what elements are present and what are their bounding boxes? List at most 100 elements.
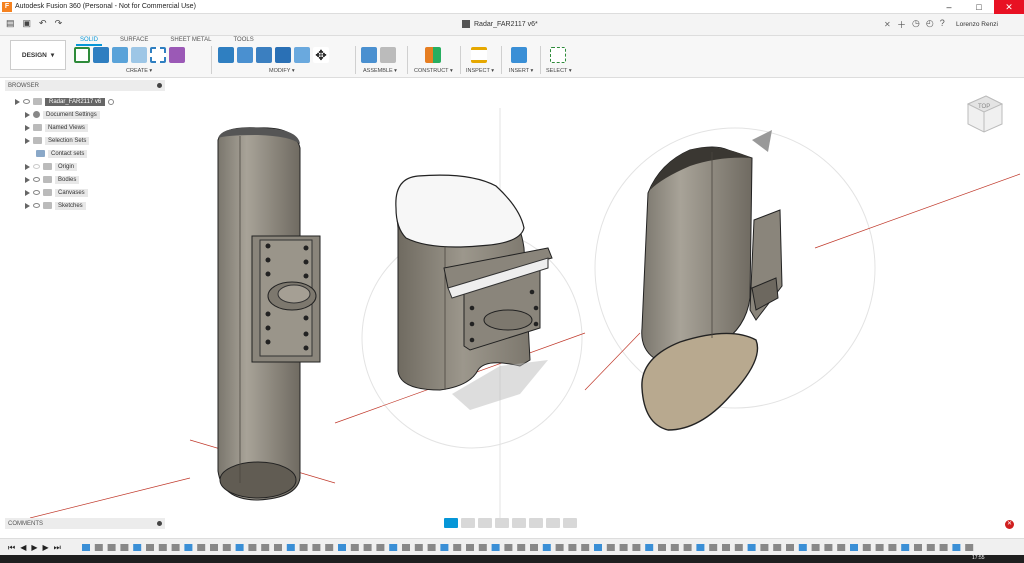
activate-icon[interactable] bbox=[108, 98, 115, 105]
close-tab-button[interactable]: ✕ bbox=[884, 20, 891, 29]
timeline-feature-icon[interactable] bbox=[786, 544, 794, 551]
browser-root[interactable]: Radar_FAR2117 v6 bbox=[15, 96, 115, 107]
timeline-feature-icon[interactable] bbox=[312, 544, 321, 551]
timeline-feature-icon[interactable] bbox=[862, 544, 871, 551]
timeline-feature-icon[interactable] bbox=[658, 544, 666, 551]
timeline-feature-icon[interactable] bbox=[107, 544, 116, 551]
timeline-feature-icon[interactable] bbox=[811, 544, 820, 551]
timeline-feature-icon[interactable] bbox=[709, 544, 718, 551]
combine-icon[interactable] bbox=[294, 47, 310, 63]
timeline-feature-icon[interactable] bbox=[568, 544, 577, 551]
insert-image-icon[interactable] bbox=[511, 47, 527, 63]
browser-item-contact-sets[interactable]: Contact sets bbox=[36, 148, 88, 159]
create-menu[interactable]: CREATE ▾ bbox=[126, 68, 152, 74]
expand-icon[interactable] bbox=[25, 176, 30, 183]
timeline-feature-icon[interactable] bbox=[363, 544, 372, 551]
fillet-icon[interactable] bbox=[237, 47, 253, 63]
timeline-feature-icon[interactable] bbox=[440, 544, 449, 551]
user-name[interactable]: Lorenzo Renzi bbox=[956, 21, 998, 28]
jobs-icon[interactable]: ◴ bbox=[926, 18, 934, 31]
expand-icon[interactable] bbox=[25, 124, 30, 131]
timeline-feature-icon[interactable] bbox=[222, 544, 231, 551]
select-icon[interactable] bbox=[550, 47, 566, 63]
timeline-feature-icon[interactable] bbox=[901, 544, 910, 551]
step-back-icon[interactable]: ◀ bbox=[20, 543, 26, 553]
timeline-feature-icon[interactable] bbox=[338, 544, 346, 551]
step-forward-icon[interactable]: ▶ bbox=[43, 543, 49, 553]
go-to-start-icon[interactable]: ⏮ bbox=[8, 543, 15, 553]
orbit-icon[interactable] bbox=[444, 518, 458, 528]
chamfer-icon[interactable] bbox=[256, 47, 272, 63]
timeline-feature-icon[interactable] bbox=[133, 544, 142, 551]
timeline-feature-icon[interactable] bbox=[696, 544, 705, 551]
timeline-feature-icon[interactable] bbox=[466, 544, 474, 551]
timeline-feature-icon[interactable] bbox=[888, 544, 897, 551]
browser-item-canvases[interactable]: Canvases bbox=[25, 187, 88, 198]
timeline-feature-icon[interactable] bbox=[158, 544, 167, 551]
timeline-feature-icon[interactable] bbox=[350, 544, 359, 551]
timeline-feature-icon[interactable] bbox=[504, 544, 513, 551]
timeline-feature-icon[interactable] bbox=[453, 544, 462, 551]
timeline-feature-icon[interactable] bbox=[491, 544, 500, 551]
panel-pin-icon[interactable] bbox=[157, 83, 162, 88]
timeline-features[interactable] bbox=[82, 542, 982, 553]
timeline-feature-icon[interactable] bbox=[722, 544, 730, 551]
viewcube[interactable]: TOP bbox=[966, 95, 1004, 133]
timeline-feature-icon[interactable] bbox=[581, 544, 590, 551]
timeline-feature-icon[interactable] bbox=[594, 544, 602, 551]
maximize-button[interactable]: □ bbox=[964, 0, 994, 14]
timeline-feature-icon[interactable] bbox=[235, 544, 244, 551]
timeline-feature-icon[interactable] bbox=[798, 544, 807, 551]
assemble-menu[interactable]: ASSEMBLE ▾ bbox=[363, 68, 397, 74]
timeline-feature-icon[interactable] bbox=[402, 544, 410, 551]
timeline-feature-icon[interactable] bbox=[286, 544, 295, 551]
browser-item-document-settings[interactable]: Document Settings bbox=[25, 109, 100, 120]
expand-icon[interactable] bbox=[25, 111, 30, 118]
browser-item-selection-sets[interactable]: Selection Sets bbox=[25, 135, 90, 146]
timeline-feature-icon[interactable] bbox=[376, 544, 385, 551]
select-menu[interactable]: SELECT ▾ bbox=[546, 68, 572, 74]
display-icon[interactable] bbox=[529, 518, 543, 528]
move-icon[interactable]: ✥ bbox=[313, 47, 329, 63]
fit-icon[interactable] bbox=[512, 518, 526, 528]
expand-icon[interactable] bbox=[15, 98, 20, 105]
document-tab[interactable]: Radar_FAR2117 v6* bbox=[462, 20, 538, 28]
expand-icon[interactable] bbox=[25, 189, 30, 196]
timeline-feature-icon[interactable] bbox=[939, 544, 948, 551]
timeline-feature-icon[interactable] bbox=[197, 544, 206, 551]
close-window-button[interactable]: ✕ bbox=[994, 0, 1024, 14]
timeline-feature-icon[interactable] bbox=[427, 544, 436, 551]
construct-menu[interactable]: CONSTRUCT ▾ bbox=[414, 68, 453, 74]
create-form-icon[interactable] bbox=[169, 47, 185, 63]
look-at-icon[interactable] bbox=[461, 518, 475, 528]
save-icon[interactable]: ▣ bbox=[23, 18, 32, 29]
new-component-icon[interactable] bbox=[361, 47, 377, 63]
insert-menu[interactable]: INSERT ▾ bbox=[509, 68, 533, 74]
pan-icon[interactable] bbox=[478, 518, 492, 528]
timeline-feature-icon[interactable] bbox=[760, 544, 769, 551]
pattern-icon[interactable] bbox=[150, 47, 166, 63]
timeline-feature-icon[interactable] bbox=[414, 544, 423, 551]
timeline-feature-icon[interactable] bbox=[875, 544, 884, 551]
modify-menu[interactable]: MODIFY ▾ bbox=[269, 68, 295, 74]
timeline-feature-icon[interactable] bbox=[120, 544, 129, 551]
workspace-switcher[interactable]: DESIGN ▾ bbox=[10, 40, 66, 70]
timeline-feature-icon[interactable] bbox=[645, 544, 654, 551]
revolve-icon[interactable] bbox=[112, 47, 128, 63]
timeline-feature-icon[interactable] bbox=[171, 544, 180, 551]
timeline-feature-icon[interactable] bbox=[734, 544, 743, 551]
radar-body-bottom[interactable] bbox=[641, 130, 783, 431]
visibility-icon[interactable] bbox=[33, 164, 40, 169]
visibility-icon[interactable] bbox=[33, 177, 40, 182]
undo-icon[interactable]: ↶ bbox=[39, 18, 47, 29]
radar-body-front[interactable] bbox=[217, 127, 321, 501]
new-tab-icon[interactable]: ＋ bbox=[897, 18, 906, 31]
error-badge[interactable]: ✕ bbox=[1005, 520, 1014, 529]
tab-solid[interactable]: SOLID bbox=[76, 36, 103, 46]
tab-sheet-metal[interactable]: SHEET METAL bbox=[166, 36, 215, 46]
timeline-feature-icon[interactable] bbox=[850, 544, 858, 551]
browser-item-sketches[interactable]: Sketches bbox=[25, 200, 86, 211]
joint-icon[interactable] bbox=[380, 47, 396, 63]
file-icon[interactable]: ▤ bbox=[6, 18, 15, 29]
shell-icon[interactable] bbox=[275, 47, 291, 63]
